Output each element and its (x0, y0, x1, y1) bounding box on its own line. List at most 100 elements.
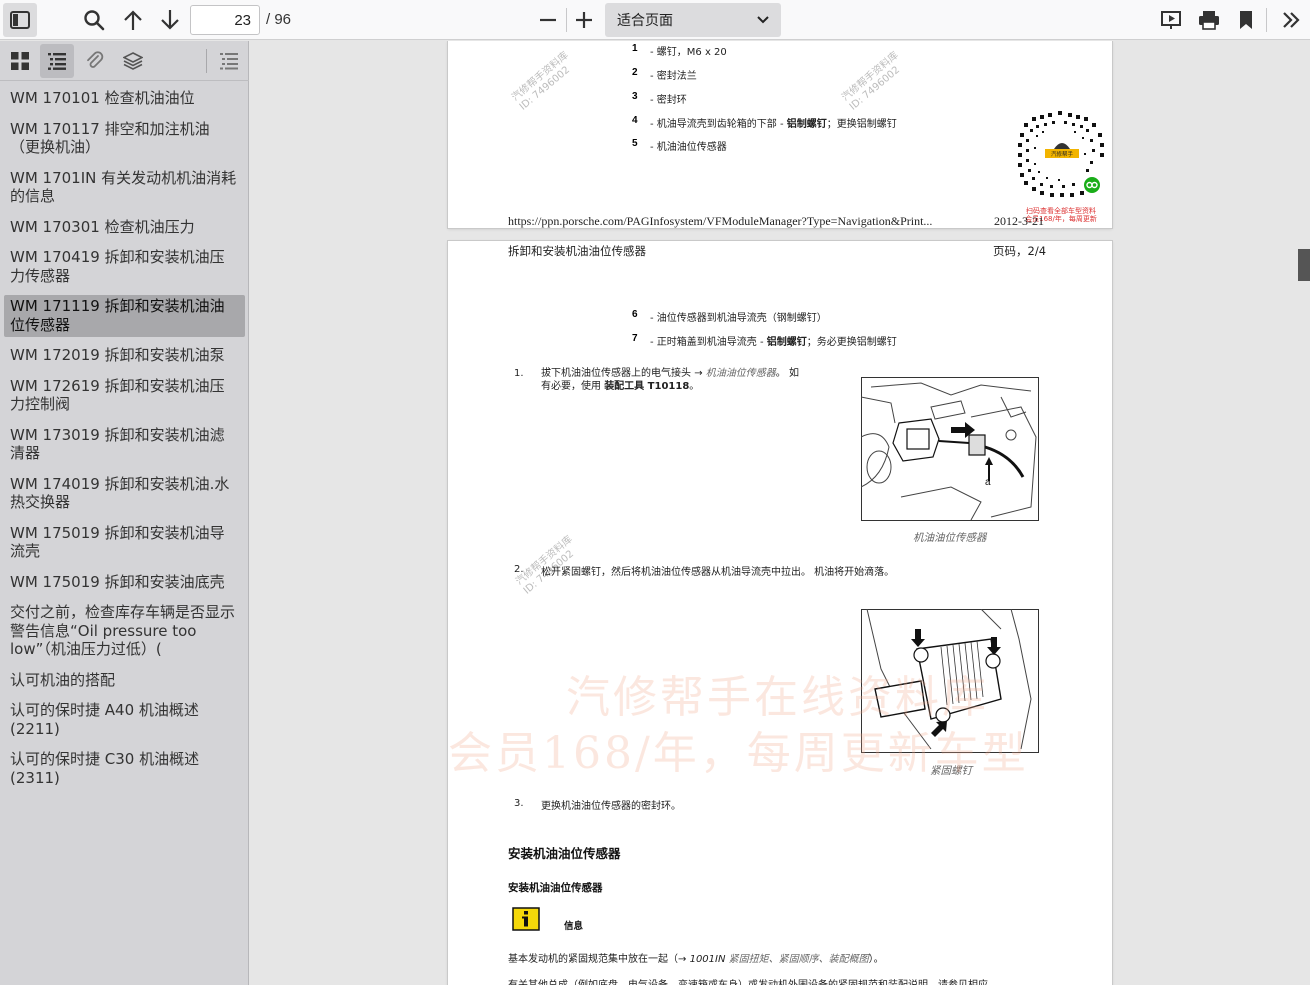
outline-item[interactable]: WM 173019 拆卸和安装机油滤清器 (4, 424, 245, 466)
outline-item[interactable]: WM 170117 排空和加注机油（更换机油） (4, 118, 245, 160)
part-text: - 油位传感器到机油导流壳（钢制螺钉） (650, 313, 827, 324)
part-text-post: ；务必更换铝制螺钉 (806, 337, 897, 348)
outline-list-icon (48, 53, 66, 70)
info-text-part: 基本发动机的紧固规范集中放在一起（ (508, 954, 678, 965)
part-number: 2 (632, 67, 638, 78)
link-arrow: → (678, 954, 687, 965)
part-number: 4 (632, 115, 638, 126)
bookmark-icon (1240, 11, 1252, 29)
thumbnails-grid-icon (11, 52, 29, 70)
step-number: 1. (514, 368, 524, 379)
arrow-up-icon (124, 10, 142, 30)
part-text: - 螺钉，M6 x 20 (650, 47, 727, 58)
page-number-input[interactable] (190, 5, 260, 35)
qr-brand-text: 汽修帮手 (1051, 150, 1074, 158)
figure-label: a (985, 477, 991, 488)
arrow-down-icon (161, 10, 179, 30)
next-page-button[interactable] (154, 4, 186, 36)
document-viewer[interactable]: 1 - 螺钉，M6 x 20 2 - 密封法兰 3 - 密封环 4 - 机油导流… (250, 41, 1310, 985)
info-text: 基本发动机的紧固规范集中放在一起（→ 1001IN 紧固扭矩、紧固顺序、装配概图… (508, 950, 884, 965)
sidebar-tabs (0, 41, 249, 81)
part-text: - 机油导流壳到齿轮箱的下部 - 铝制螺钉；更换铝制螺钉 (650, 115, 897, 130)
part-text: - 密封环 (650, 95, 687, 106)
outline-item[interactable]: WM 170101 检查机油油位 (4, 87, 245, 111)
part-text-pre: - 机油导流壳到齿轮箱的下部 - (650, 119, 787, 130)
outline-item[interactable]: WM 172019 拆卸和安装机油泵 (4, 344, 245, 368)
part-text: - 密封法兰 (650, 71, 697, 82)
outline-item[interactable]: 认可机油的搭配 (4, 669, 245, 693)
tab-attachments[interactable] (78, 44, 112, 78)
plus-icon (576, 12, 592, 28)
paperclip-icon (87, 51, 104, 68)
section-title: 安装机油油位传感器 (508, 846, 621, 861)
current-outline-item-button[interactable] (212, 44, 246, 78)
tools-menu-button[interactable] (1275, 4, 1307, 36)
figure-caption: 机油油位传感器 (913, 533, 987, 544)
zoom-select-value: 适合页面 (617, 13, 673, 29)
find-current-outline-icon (220, 53, 238, 70)
pdf-page-previous: 1 - 螺钉，M6 x 20 2 - 密封法兰 3 - 密封环 4 - 机油导流… (448, 41, 1112, 228)
toolbar-divider (1266, 8, 1267, 32)
part-text: - 正时箱盖到机油导流壳 - 铝制螺钉；务必更换铝制螺钉 (650, 333, 897, 348)
outline-item-selected[interactable]: WM 171119 拆卸和安装机油油位传感器 (4, 295, 245, 337)
step-text: 有必要，使用 (541, 381, 601, 392)
info-icon (512, 907, 540, 931)
outline-item[interactable]: WM 170419 拆卸和安装机油压力传感器 (4, 246, 245, 288)
bookmark-button[interactable] (1230, 4, 1262, 36)
step-text: 。 (689, 381, 700, 392)
subsection-title: 安装机油油位传感器 (508, 882, 603, 894)
step-1-text: 拔下机油油位传感器上的电气接头 → 机油油位传感器。 如 有必要，使用 装配工具… (541, 367, 841, 393)
tab-outline[interactable] (40, 44, 74, 78)
watermark-text: 汽修帮手资料库 ID: 7496002 (840, 50, 909, 113)
print-button[interactable] (1193, 4, 1225, 36)
outline-item[interactable]: WM 175019 拆卸和安装油底壳 (4, 571, 245, 595)
tab-thumbnails[interactable] (3, 44, 37, 78)
page-header-number: 页码，2/4 (993, 244, 1047, 258)
figure-link[interactable]: 机油油位传感器 (706, 368, 776, 379)
presentation-mode-button[interactable] (1155, 4, 1187, 36)
outline-item[interactable]: 认可的保时捷 A40 机油概述 (2211) (4, 699, 245, 741)
reference-link[interactable]: 紧固扭矩、紧固顺序、装配概图 (729, 954, 869, 965)
part-number: 5 (632, 138, 638, 149)
outline-item[interactable]: WM 175019 拆卸和安装机油导流壳 (4, 522, 245, 564)
tool-name: 装配工具 T10118 (604, 381, 690, 392)
watermark-banner: 汽修帮手在线资料库 (566, 672, 989, 723)
viewer-toolbar: / 96 适合页面 (0, 0, 1310, 40)
cut-off-text: 有关其他总成（例如底盘、电气设备、变速箱或车身）或发动机外围设备的紧固规范和装配… (508, 976, 988, 985)
pdf-page-current: 拆卸和安装机油油位传感器 页码，2/4 6 - 油位传感器到机油导流壳（钢制螺钉… (448, 241, 1112, 985)
sidebar-tabs-divider (206, 49, 207, 73)
tab-layers[interactable] (116, 44, 150, 78)
page-header-title: 拆卸和安装机油油位传感器 (508, 244, 646, 258)
zoom-in-button[interactable] (568, 4, 600, 36)
outline-item[interactable]: 认可的保时捷 C30 机油概述 (2311) (4, 748, 245, 790)
info-label: 信息 (564, 921, 584, 932)
outline-item[interactable]: WM 172619 拆卸和安装机油压力控制阀 (4, 375, 245, 417)
watermark-banner: 会员168/年，每周更新车型 (448, 728, 1029, 779)
document-outline: WM 170101 检查机油油位 WM 170117 排空和加注机油（更换机油）… (4, 87, 245, 797)
part-number: 7 (632, 333, 638, 344)
layers-icon (123, 52, 143, 70)
outline-item[interactable]: WM 1701IN 有关发动机机油消耗的信息 (4, 167, 245, 209)
minus-icon (540, 18, 556, 22)
zoom-select[interactable]: 适合页面 (605, 3, 781, 37)
outline-item[interactable]: 交付之前，检查库存车辆是否显示警告信息“Oil pressure too low… (4, 601, 245, 662)
scrollbar-thumb[interactable] (1298, 249, 1310, 281)
step-text: 拔下机油油位传感器上的电气接头 (541, 368, 691, 379)
zoom-out-button[interactable] (532, 4, 564, 36)
search-button[interactable] (78, 4, 110, 36)
toolbar-divider (566, 8, 567, 32)
sidebar-toggle-button[interactable] (3, 3, 37, 37)
outline-item[interactable]: WM 174019 拆卸和安装机油.水热交换器 (4, 473, 245, 515)
part-number: 3 (632, 91, 638, 102)
footer-url: https://ppn.porsche.com/PAGInfosystem/VF… (508, 214, 933, 228)
reference-code: 1001IN (689, 954, 726, 965)
part-text: - 机油油位传感器 (650, 142, 727, 153)
step-text: 。 如 (775, 368, 799, 379)
outline-item[interactable]: WM 170301 检查机油压力 (4, 216, 245, 240)
part-text-post: ；更换铝制螺钉 (826, 119, 897, 130)
printer-icon (1199, 11, 1219, 30)
step-number: 3. (514, 798, 524, 809)
part-number: 6 (632, 309, 638, 320)
previous-page-button[interactable] (117, 4, 149, 36)
watermark-text: 汽修帮手资料库 ID: 7496002 (510, 50, 579, 113)
